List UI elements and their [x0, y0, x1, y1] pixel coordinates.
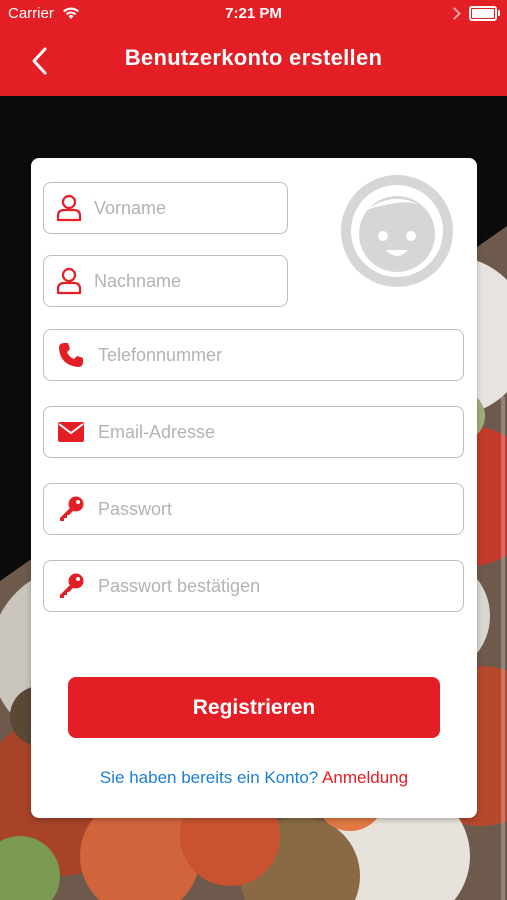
register-button[interactable]: Registrieren: [68, 677, 440, 738]
page-title: Benutzerkonto erstellen: [124, 45, 383, 70]
status-bar: Carrier 7:21 PM: [0, 0, 507, 28]
key-icon: [56, 571, 86, 601]
key-icon: [56, 494, 86, 524]
phone-icon: [56, 340, 86, 370]
phone-field[interactable]: [43, 329, 464, 381]
avatar-placeholder-icon[interactable]: [336, 170, 458, 292]
login-prompt: Sie haben bereits ein Konto? Anmeldung: [31, 768, 477, 788]
status-indicators: [448, 6, 500, 21]
password-confirm-field[interactable]: [43, 560, 464, 612]
login-question[interactable]: Sie haben bereits ein Konto?: [100, 768, 318, 787]
location-icon: [448, 7, 461, 20]
password-confirm-input[interactable]: [96, 574, 463, 598]
phone-input[interactable]: [96, 343, 463, 367]
password-field[interactable]: [43, 483, 464, 535]
email-input[interactable]: [96, 420, 463, 444]
first-name-input[interactable]: [92, 196, 328, 220]
nav-header: Benutzerkonto erstellen: [0, 28, 507, 96]
password-input[interactable]: [96, 497, 463, 521]
user-icon: [56, 193, 82, 223]
user-icon: [56, 266, 82, 296]
registration-card: Registrieren Sie haben bereits ein Konto…: [31, 158, 477, 818]
last-name-field[interactable]: [43, 255, 328, 307]
last-name-input[interactable]: [92, 269, 328, 293]
login-link[interactable]: Anmeldung: [322, 768, 408, 787]
status-time: 7:21 PM: [225, 5, 282, 22]
first-name-field[interactable]: [43, 182, 328, 234]
scrollbar[interactable]: [501, 396, 505, 900]
envelope-icon: [56, 417, 86, 447]
battery-icon: [469, 6, 500, 21]
email-field[interactable]: [43, 406, 464, 458]
